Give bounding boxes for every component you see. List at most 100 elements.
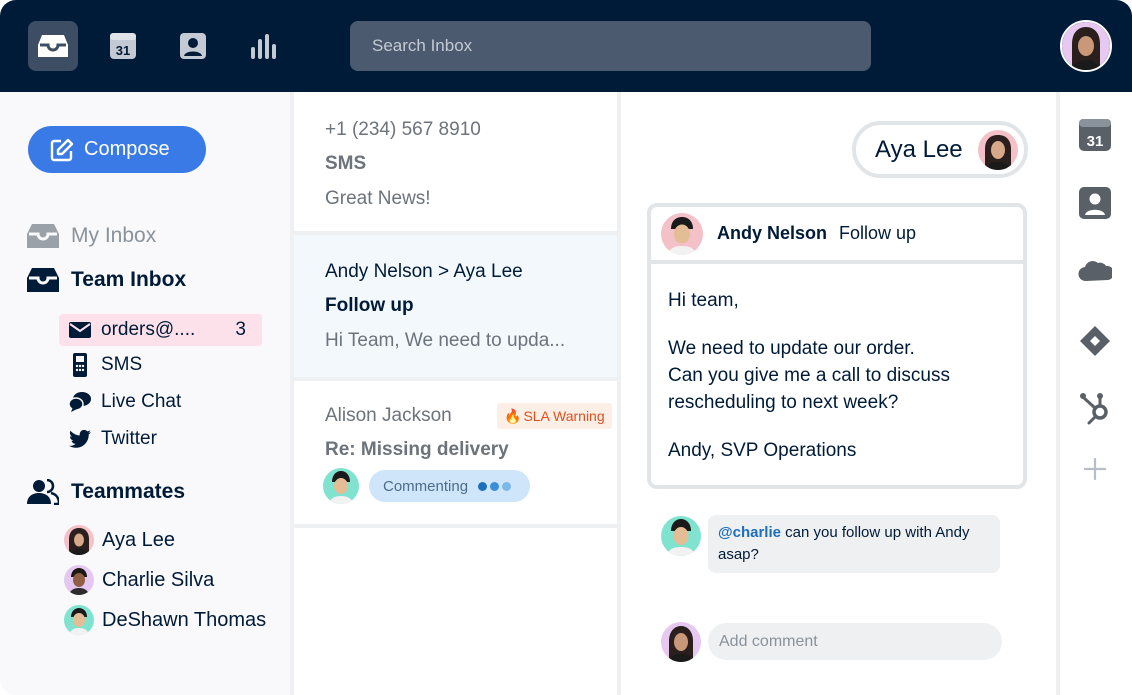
- conversation-subject: Follow up: [325, 295, 414, 316]
- inbox-icon: [38, 35, 68, 57]
- avatar: [661, 516, 701, 556]
- conversation-subject: SMS: [325, 153, 367, 174]
- conversation-from: Alison Jackson: [325, 405, 452, 426]
- message-header: Andy Nelson Follow up: [651, 207, 1023, 264]
- teammate-deshawn-thomas[interactable]: DeShawn Thomas: [64, 605, 266, 635]
- calendar-day: 31: [1087, 133, 1104, 150]
- teammate-name: DeShawn Thomas: [102, 608, 267, 631]
- message-line: We need to update our order.: [668, 338, 915, 359]
- analytics-icon: [251, 34, 276, 59]
- sla-warning-badge: 🔥 SLA Warning: [497, 403, 612, 429]
- calendar-icon: 31: [1079, 119, 1111, 151]
- user-avatar[interactable]: [1060, 20, 1112, 72]
- conversation-preview: Hi Team, We need to upda...: [325, 330, 566, 351]
- add-comment-input[interactable]: Add comment: [708, 623, 1002, 660]
- rail-add-integration-button[interactable]: [1078, 452, 1112, 486]
- calendar-day: 31: [116, 43, 130, 58]
- team-inbox-link[interactable]: Team Inbox: [27, 266, 186, 294]
- envelope-icon: [69, 322, 91, 338]
- my-inbox-label: My Inbox: [71, 224, 157, 247]
- conversation-item-missing-delivery[interactable]: Alison Jackson 🔥 SLA Warning Re: Missing…: [294, 381, 617, 524]
- top-bar: 31 Search Inbox: [0, 0, 1132, 92]
- message-line: Can you give me a call to discuss: [668, 365, 950, 386]
- internal-comment: @charlie can you follow up with Andy asa…: [708, 515, 1000, 573]
- phone-icon: [73, 353, 87, 377]
- conversation-preview: Great News!: [325, 188, 431, 209]
- channel-twitter[interactable]: Twitter: [59, 423, 167, 455]
- my-inbox-link[interactable]: My Inbox: [27, 222, 156, 250]
- avatar: [323, 468, 359, 504]
- conversation-item-follow-up[interactable]: Andy Nelson > Aya Lee Follow up Hi Team,…: [294, 235, 617, 377]
- commenting-indicator: Commenting: [369, 470, 530, 502]
- typing-dots: [478, 478, 514, 495]
- channel-label: Live Chat: [101, 391, 182, 412]
- search-placeholder: Search Inbox: [372, 36, 473, 55]
- channel-orders[interactable]: orders@.... 3: [59, 314, 262, 346]
- teammates-icon: [27, 479, 59, 505]
- conversation-subject: Re: Missing delivery: [325, 439, 509, 460]
- avatar: [64, 525, 94, 555]
- nav-inbox-button[interactable]: [28, 21, 78, 71]
- conversation-from: +1 (234) 567 8910: [325, 119, 481, 140]
- channel-sms[interactable]: SMS: [59, 349, 152, 381]
- nav-calendar-button[interactable]: 31: [98, 21, 148, 71]
- avatar: [661, 622, 701, 662]
- add-comment-placeholder: Add comment: [719, 632, 818, 650]
- rail-hubspot-button[interactable]: [1078, 391, 1112, 425]
- channel-label: Twitter: [101, 428, 157, 449]
- jira-icon: [1080, 326, 1110, 356]
- twitter-icon: [69, 429, 91, 448]
- message-line: rescheduling to next week?: [668, 392, 899, 413]
- rail-salesforce-button[interactable]: [1078, 254, 1112, 288]
- message-greeting: Hi team,: [668, 290, 739, 311]
- mention-link[interactable]: @charlie: [718, 524, 781, 541]
- avatar: [661, 212, 703, 255]
- teammate-name: Aya Lee: [102, 528, 176, 551]
- team-inbox-label: Team Inbox: [71, 268, 187, 291]
- search-input[interactable]: Search Inbox: [350, 21, 871, 71]
- rail-calendar-button[interactable]: 31: [1078, 118, 1112, 152]
- commenting-label: Commenting: [383, 477, 469, 495]
- divider: [617, 92, 621, 695]
- rail-contacts-button[interactable]: [1078, 186, 1112, 220]
- compose-label: Compose: [84, 138, 170, 160]
- message-subject: Follow up: [839, 223, 917, 243]
- avatar: [64, 565, 94, 595]
- plus-icon: [1084, 458, 1106, 480]
- sla-warning-label: SLA Warning: [523, 408, 605, 424]
- contact-icon: [180, 33, 206, 59]
- inbox-icon: [27, 224, 59, 248]
- calendar-icon: 31: [110, 33, 136, 59]
- inbox-icon: [27, 268, 59, 292]
- nav-contacts-button[interactable]: [168, 21, 218, 71]
- assignee-pill[interactable]: Aya Lee: [852, 121, 1028, 178]
- fire-icon: 🔥: [504, 407, 522, 424]
- channel-live-chat[interactable]: Live Chat: [59, 386, 191, 418]
- avatar: [64, 605, 94, 635]
- unread-count: 3: [235, 319, 246, 340]
- teammates-label: Teammates: [71, 480, 186, 503]
- assignee-name: Aya Lee: [875, 135, 963, 163]
- avatar: [978, 130, 1018, 170]
- hubspot-icon: [1080, 393, 1108, 425]
- teammates-header: Teammates: [27, 479, 185, 505]
- salesforce-icon: [1078, 261, 1112, 282]
- nav-analytics-button[interactable]: [238, 21, 288, 71]
- divider: [294, 524, 617, 528]
- channel-label: SMS: [101, 354, 143, 375]
- conversation-from: Andy Nelson > Aya Lee: [325, 261, 523, 282]
- chat-icon: [69, 392, 91, 412]
- teammate-charlie-silva[interactable]: Charlie Silva: [64, 565, 214, 595]
- conversation-item-sms[interactable]: +1 (234) 567 8910 SMS Great News!: [294, 92, 617, 231]
- compose-button[interactable]: Compose: [28, 126, 206, 173]
- channel-label: orders@....: [101, 319, 196, 340]
- contact-icon: [1079, 187, 1111, 219]
- sender-name: Andy Nelson: [717, 223, 828, 243]
- message-body: Hi team, We need to update our order. Ca…: [668, 287, 950, 464]
- message-card: Andy Nelson Follow up Hi team, We need t…: [647, 203, 1027, 489]
- compose-icon: [50, 138, 74, 161]
- teammate-name: Charlie Silva: [102, 568, 215, 591]
- rail-jira-button[interactable]: [1078, 324, 1112, 358]
- message-signature: Andy, SVP Operations: [668, 440, 857, 461]
- teammate-aya-lee[interactable]: Aya Lee: [64, 525, 175, 555]
